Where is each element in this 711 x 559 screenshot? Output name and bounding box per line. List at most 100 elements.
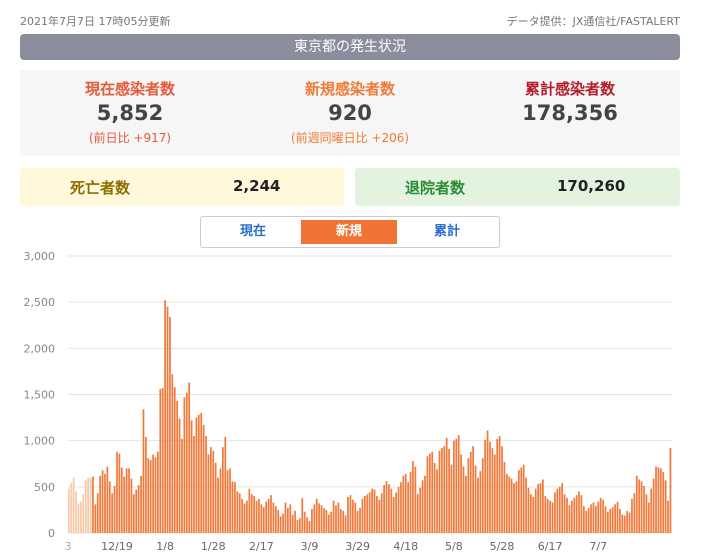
bar[interactable] (517, 470, 520, 533)
bar[interactable] (631, 498, 633, 533)
bar[interactable] (349, 495, 352, 533)
bar[interactable] (455, 438, 458, 533)
bar[interactable] (621, 514, 624, 533)
bar[interactable] (414, 466, 417, 533)
bar[interactable] (597, 501, 600, 533)
bar[interactable] (575, 495, 578, 533)
bar[interactable] (154, 457, 157, 533)
bar[interactable] (142, 409, 145, 533)
bar[interactable] (306, 517, 308, 533)
bar[interactable] (200, 412, 203, 533)
bar[interactable] (299, 518, 301, 533)
bar[interactable] (205, 436, 207, 533)
bar[interactable] (320, 505, 323, 533)
bar[interactable] (185, 392, 188, 533)
bar[interactable] (652, 478, 655, 533)
bar[interactable] (650, 488, 653, 533)
bar[interactable] (578, 491, 580, 533)
bar[interactable] (75, 491, 77, 533)
bar[interactable] (380, 493, 383, 533)
bar[interactable] (197, 414, 200, 533)
bar[interactable] (493, 454, 496, 533)
bar[interactable] (277, 509, 280, 533)
bar[interactable] (214, 462, 217, 533)
bar[interactable] (472, 446, 474, 533)
bar[interactable] (279, 516, 282, 533)
bar[interactable] (503, 461, 506, 533)
bar[interactable] (330, 511, 333, 533)
bar[interactable] (614, 504, 616, 533)
bar[interactable] (236, 491, 239, 533)
bar[interactable] (397, 486, 400, 533)
bar[interactable] (212, 450, 215, 533)
bar[interactable] (558, 486, 561, 533)
bar[interactable] (659, 468, 662, 533)
bar[interactable] (465, 475, 467, 533)
bar[interactable] (450, 464, 453, 533)
bar[interactable] (438, 450, 441, 533)
bar[interactable] (428, 453, 431, 533)
bar[interactable] (669, 448, 672, 533)
bar[interactable] (323, 508, 325, 533)
bar[interactable] (92, 476, 94, 533)
bar[interactable] (426, 456, 429, 533)
bar[interactable] (82, 494, 85, 533)
bar[interactable] (265, 501, 268, 533)
bar[interactable] (520, 467, 523, 533)
bar[interactable] (395, 492, 397, 533)
bar[interactable] (243, 503, 246, 533)
bar[interactable] (616, 501, 619, 533)
bar[interactable] (515, 481, 518, 533)
bar[interactable] (132, 494, 135, 533)
bar[interactable] (339, 508, 342, 533)
bar[interactable] (164, 300, 166, 533)
bar[interactable] (484, 439, 487, 533)
bar[interactable] (457, 435, 460, 533)
bar[interactable] (404, 473, 407, 533)
bar[interactable] (140, 475, 142, 533)
bar[interactable] (546, 498, 549, 533)
bar[interactable] (609, 508, 612, 533)
bar[interactable] (335, 505, 337, 533)
bar[interactable] (325, 509, 328, 533)
bar[interactable] (118, 453, 121, 533)
bar[interactable] (222, 447, 224, 533)
bar[interactable] (77, 503, 80, 533)
bar[interactable] (113, 485, 116, 533)
bar[interactable] (363, 496, 366, 533)
bar[interactable] (101, 470, 104, 533)
bar[interactable] (308, 521, 311, 533)
bar[interactable] (188, 382, 191, 534)
bar[interactable] (207, 454, 210, 533)
bar[interactable] (84, 480, 87, 533)
bar[interactable] (120, 467, 123, 533)
bar[interactable] (626, 510, 629, 533)
bar[interactable] (313, 504, 316, 533)
bar[interactable] (178, 418, 181, 533)
bar[interactable] (246, 500, 248, 533)
bar[interactable] (262, 507, 265, 533)
bar[interactable] (181, 438, 183, 533)
bar[interactable] (234, 482, 236, 533)
bar[interactable] (496, 438, 499, 533)
bar[interactable] (590, 504, 592, 533)
bar[interactable] (445, 437, 448, 533)
bar[interactable] (532, 496, 535, 533)
bar[interactable] (424, 475, 426, 533)
tab-current[interactable]: 現在 (205, 220, 301, 244)
bar[interactable] (544, 496, 547, 533)
bar[interactable] (582, 506, 585, 533)
tab-new[interactable]: 新規 (301, 220, 397, 244)
bar[interactable] (108, 481, 111, 533)
bar[interactable] (291, 514, 294, 533)
bar[interactable] (469, 451, 472, 533)
bar[interactable] (585, 510, 588, 533)
bar[interactable] (530, 494, 532, 533)
bar[interactable] (145, 436, 147, 533)
bar[interactable] (662, 472, 665, 533)
bar[interactable] (392, 496, 395, 533)
bar[interactable] (628, 512, 631, 533)
bar[interactable] (402, 475, 405, 533)
bar[interactable] (104, 473, 106, 533)
bar[interactable] (604, 506, 607, 533)
